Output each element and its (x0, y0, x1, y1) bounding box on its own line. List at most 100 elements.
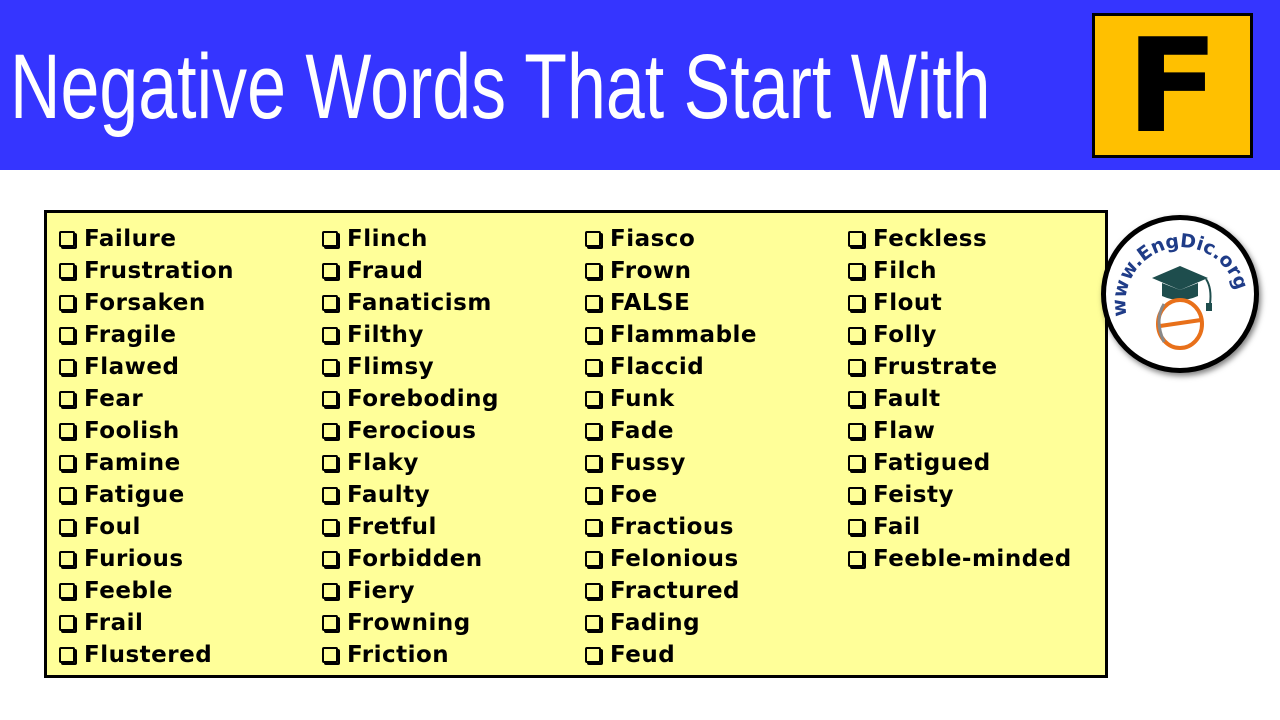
word-item: Fanaticism (320, 287, 499, 319)
engdic-logo-graphic: www.EngDic.org (1108, 230, 1252, 350)
word-label: Fatigue (84, 482, 185, 508)
word-label: Feeble (84, 578, 173, 604)
word-item: Fragile (57, 319, 234, 351)
word-item: Foreboding (320, 383, 499, 415)
graduation-cap-icon (1152, 266, 1212, 311)
word-column-4: Feckless Filch Flout Folly Frustrate Fault Fla… (846, 223, 1072, 575)
checkbox-icon (59, 231, 75, 247)
checkbox-icon (585, 519, 601, 535)
word-item: Fraud (320, 255, 499, 287)
word-item: Fractious (583, 511, 757, 543)
checkbox-icon (585, 295, 601, 311)
word-label: Fanaticism (347, 290, 492, 316)
word-item: Fretful (320, 511, 499, 543)
word-label: Ferocious (347, 418, 477, 444)
checkbox-icon (848, 359, 864, 375)
word-column-2: Flinch Fraud Fanaticism Filthy Flimsy Forebod… (320, 223, 499, 671)
word-label: Friction (347, 642, 450, 668)
checkbox-icon (848, 455, 864, 471)
word-label: Fractured (610, 578, 741, 604)
word-item: Forbidden (320, 543, 499, 575)
word-item: Feeble-minded (846, 543, 1072, 575)
word-label: Feisty (873, 482, 954, 508)
checkbox-icon (585, 583, 601, 599)
checkbox-icon (848, 391, 864, 407)
word-item: Fading (583, 607, 757, 639)
checkbox-icon (322, 647, 338, 663)
checkbox-icon (59, 647, 75, 663)
word-label: Feeble-minded (873, 546, 1072, 572)
checkbox-icon (59, 615, 75, 631)
word-item: Flaccid (583, 351, 757, 383)
word-item: Ferocious (320, 415, 499, 447)
word-item: Fail (846, 511, 1072, 543)
checkbox-icon (585, 551, 601, 567)
word-label: Frail (84, 610, 144, 636)
checkbox-icon (585, 615, 601, 631)
word-item: Frown (583, 255, 757, 287)
checkbox-icon (585, 423, 601, 439)
checkbox-icon (322, 583, 338, 599)
word-list-panel: Failure Frustration Forsaken Fragile Flawed F… (44, 210, 1108, 678)
word-label: Flammable (610, 322, 758, 348)
checkbox-icon (59, 487, 75, 503)
checkbox-icon (322, 551, 338, 567)
word-item: Fatigued (846, 447, 1072, 479)
checkbox-icon (322, 295, 338, 311)
word-item: Fault (846, 383, 1072, 415)
word-label: Fault (873, 386, 941, 412)
word-label: Flinch (347, 226, 428, 252)
word-label: Flaccid (610, 354, 705, 380)
checkbox-icon (848, 519, 864, 535)
word-item: Flaw (846, 415, 1072, 447)
word-label: Frowning (347, 610, 471, 636)
word-label: Fretful (347, 514, 437, 540)
word-label: Flout (873, 290, 943, 316)
word-item: Forsaken (57, 287, 234, 319)
checkbox-icon (59, 519, 75, 535)
word-label: Foe (610, 482, 658, 508)
word-item: Filthy (320, 319, 499, 351)
word-label: Fiasco (610, 226, 696, 252)
engdic-logo: www.EngDic.org (1101, 215, 1259, 373)
word-item: Frustration (57, 255, 234, 287)
word-item: Flimsy (320, 351, 499, 383)
letter-badge-text: F (1125, 9, 1220, 162)
checkbox-icon (322, 359, 338, 375)
word-label: Fading (610, 610, 701, 636)
word-label: Forbidden (347, 546, 483, 572)
word-item: Famine (57, 447, 234, 479)
checkbox-icon (59, 551, 75, 567)
checkbox-icon (322, 391, 338, 407)
word-label: Failure (84, 226, 177, 252)
word-label: Flawed (84, 354, 180, 380)
word-item: Feeble (57, 575, 234, 607)
word-item: Fear (57, 383, 234, 415)
checkbox-icon (59, 359, 75, 375)
word-label: FALSE (610, 290, 691, 316)
word-column-3: Fiasco Frown FALSE Flammable Flaccid Funk Fade… (583, 223, 757, 671)
checkbox-icon (322, 263, 338, 279)
word-item: Flammable (583, 319, 757, 351)
word-item: Fiery (320, 575, 499, 607)
word-item: Flout (846, 287, 1072, 319)
word-label: Filch (873, 258, 937, 284)
word-item: Fatigue (57, 479, 234, 511)
word-item: Fussy (583, 447, 757, 479)
word-label: Feud (610, 642, 676, 668)
checkbox-icon (848, 295, 864, 311)
word-label: Fractious (610, 514, 734, 540)
word-label: Flimsy (347, 354, 435, 380)
checkbox-icon (59, 455, 75, 471)
checkbox-icon (848, 551, 864, 567)
letter-badge: F (1092, 13, 1253, 158)
checkbox-icon (585, 455, 601, 471)
word-label: Fraud (347, 258, 424, 284)
checkbox-icon (322, 519, 338, 535)
word-item: Feud (583, 639, 757, 671)
word-label: Flaky (347, 450, 419, 476)
word-item: Furious (57, 543, 234, 575)
word-item: Foul (57, 511, 234, 543)
word-column-1: Failure Frustration Forsaken Fragile Flawed F… (57, 223, 234, 671)
checkbox-icon (848, 487, 864, 503)
